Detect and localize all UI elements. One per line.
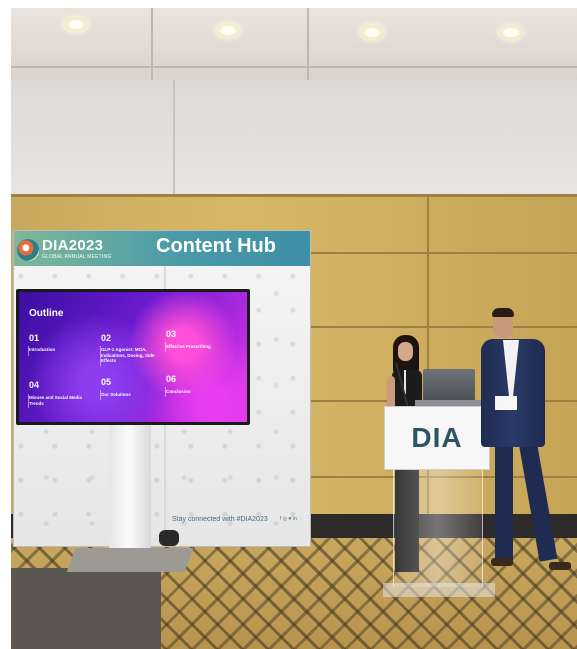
- booth-title: Content Hub: [156, 235, 276, 257]
- ceiling-seam: [307, 8, 309, 80]
- social-icons: f ◎ ♥ in: [280, 516, 297, 522]
- podium-base: [383, 583, 495, 597]
- slide-item-number: 06: [166, 374, 177, 384]
- conference-photo: DIA2023 GLOBAL ANNUAL MEETING Content Hu…: [11, 8, 577, 649]
- shoe: [491, 558, 513, 566]
- panel-seam: [307, 252, 577, 254]
- ceiling-seam: [151, 8, 153, 80]
- wall-trim: [11, 194, 577, 197]
- booth-brand: DIA2023: [42, 237, 104, 254]
- ceiling-light: [217, 24, 239, 37]
- shoe: [549, 562, 571, 570]
- tv-display: Outline 01 Introduction 02 GLP-1 Agonist…: [16, 289, 250, 425]
- ceiling-light: [65, 18, 87, 31]
- slide-item-label: GLP-1 Agonist: MOA, Indications, Dosing,…: [101, 347, 155, 363]
- slide-item-number: 01: [29, 333, 40, 343]
- ceiling: [11, 8, 577, 80]
- presenter-legs: [495, 444, 513, 562]
- dia-logo-icon: [17, 239, 39, 261]
- slide-item-label: Conclusion: [166, 389, 191, 394]
- slide-item-number: 02: [101, 333, 112, 343]
- wall-seam: [173, 80, 175, 194]
- podium-glass: [393, 469, 483, 587]
- slide-heading: Outline: [29, 308, 64, 319]
- slide-item-label: Introduction: [29, 347, 56, 352]
- slide-item-label: Misuse and Social Media Trends: [29, 395, 83, 406]
- booth-brand-subtitle: GLOBAL ANNUAL MEETING: [42, 254, 112, 260]
- panel-seam: [307, 326, 577, 328]
- upper-wall: [11, 80, 577, 194]
- carpet-aisle: [11, 568, 161, 649]
- booth-footer: Stay connected with #DIA2023: [172, 516, 268, 523]
- slide-item-number: 03: [166, 329, 177, 339]
- presentation-slide: Outline 01 Introduction 02 GLP-1 Agonist…: [19, 292, 247, 422]
- slide-item-label: Our Solutions: [101, 392, 131, 397]
- slide-item-number: 05: [101, 377, 112, 387]
- ceiling-light: [361, 26, 383, 39]
- bag: [159, 530, 179, 546]
- presenter-hair: [492, 308, 514, 317]
- notes-paper: [495, 396, 517, 410]
- slide-item-number: 04: [29, 380, 40, 390]
- slide-item-label: Effective Prescribing: [166, 344, 211, 349]
- presenter-face: [398, 342, 413, 361]
- booth-header: DIA2023 GLOBAL ANNUAL MEETING Content Hu…: [14, 231, 310, 266]
- podium-logo: DIA: [411, 422, 463, 453]
- laptop-base: [415, 400, 481, 406]
- ceiling-seam: [11, 66, 577, 68]
- tv-stand: [109, 425, 151, 561]
- laptop: [423, 369, 475, 402]
- tv-stand-base: [66, 548, 194, 572]
- ceiling-light: [500, 26, 522, 39]
